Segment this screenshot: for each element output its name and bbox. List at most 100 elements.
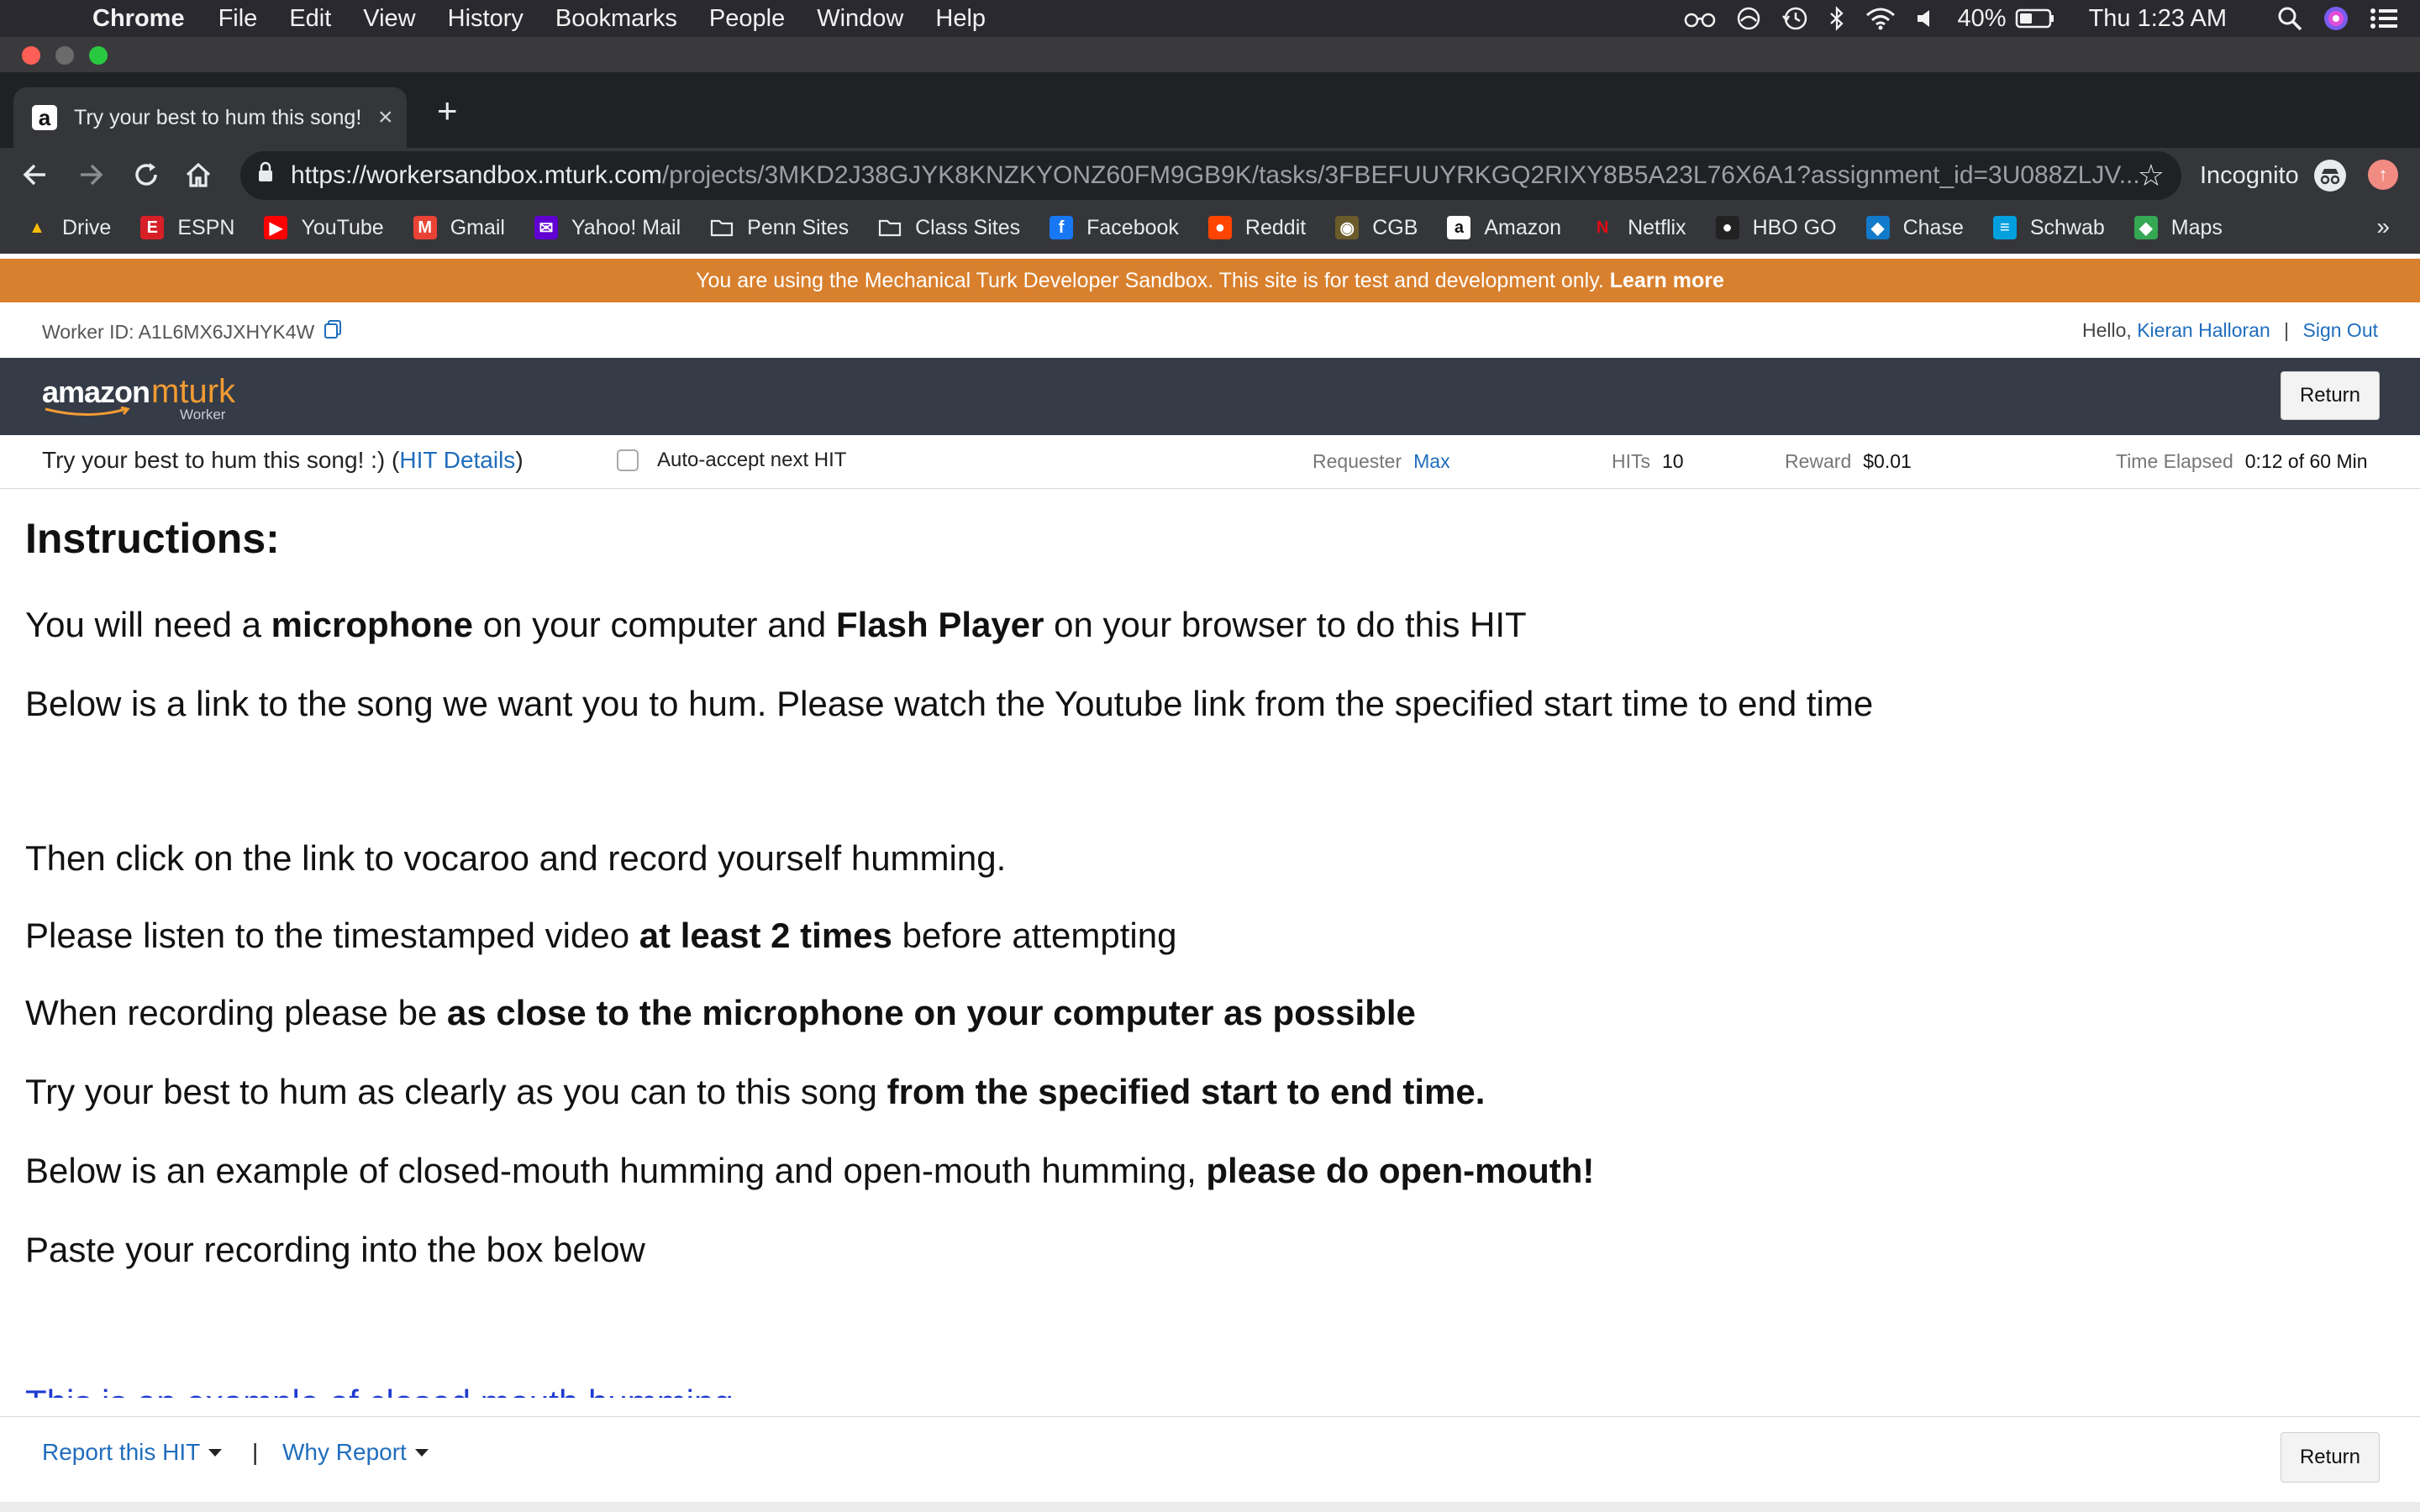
auto-accept-checkbox[interactable] xyxy=(617,449,639,471)
why-report-dropdown[interactable]: Why Report xyxy=(282,1439,429,1466)
report-hit-dropdown[interactable]: Report this HIT xyxy=(42,1439,223,1466)
menu-people[interactable]: People xyxy=(709,5,785,33)
incognito-indicator[interactable]: Incognito xyxy=(2200,160,2346,192)
chevron-down-icon xyxy=(208,1448,223,1457)
menu-bookmarks[interactable]: Bookmarks xyxy=(555,5,677,33)
bookmark-netflix[interactable]: N Netflix xyxy=(1591,216,1686,240)
gmail-icon: M xyxy=(413,216,437,239)
menu-edit[interactable]: Edit xyxy=(289,5,331,33)
glasses-icon[interactable] xyxy=(1684,8,1716,29)
line4-part-b: at least 2 times xyxy=(639,916,892,955)
hit-details-link[interactable]: HIT Details xyxy=(399,447,515,473)
bookmark-star-icon[interactable]: ☆ xyxy=(2138,158,2165,193)
bookmark-cgb[interactable]: ◉ CGB xyxy=(1335,216,1418,240)
closed-mouth-example-link[interactable]: This is an example of closed mouth hummi… xyxy=(25,1383,734,1398)
back-arrow-icon[interactable] xyxy=(20,160,50,195)
bookmark-schwab[interactable]: ≡ Schwab xyxy=(1992,215,2105,240)
instruction-microphone-flash: You will need a microphone on your compu… xyxy=(25,605,1527,645)
espn-icon: E xyxy=(140,216,165,239)
time-machine-icon[interactable] xyxy=(1781,6,1808,31)
bookmark-espn[interactable]: E ESPN xyxy=(140,216,234,240)
spotlight-search-icon[interactable] xyxy=(2277,6,2302,31)
bookmark-penn-sites[interactable]: Penn Sites xyxy=(710,216,849,240)
line5-part-a: When recording please be xyxy=(25,993,447,1032)
bookmark-label: Schwab xyxy=(2029,215,2105,239)
menu-history[interactable]: History xyxy=(448,5,523,33)
bookmark-gmail[interactable]: M Gmail xyxy=(413,216,505,240)
user-name-link[interactable]: Kieran Halloran xyxy=(2137,319,2270,341)
address-bar[interactable]: https://workersandbox.mturk.com /project… xyxy=(240,151,2181,200)
hit-task-content: Instructions: You will need a microphone… xyxy=(25,504,2395,1398)
menu-help[interactable]: Help xyxy=(935,5,986,33)
line4-part-c: before attempting xyxy=(892,916,1177,955)
bookmarks-bar: ▲ Drive E ESPN ▶ YouTube M Gmail ✉ Yahoo! Mail Pen… xyxy=(0,202,2420,254)
update-profile-icon[interactable]: ↑ xyxy=(2368,160,2398,190)
amazon-mturk-logo[interactable]: amazonmturk Worker xyxy=(42,373,235,423)
bookmark-label: Penn Sites xyxy=(747,215,850,239)
bookmark-youtube[interactable]: ▶ YouTube xyxy=(264,215,384,240)
bookmark-label: Netflix xyxy=(1628,215,1686,239)
sign-out-link[interactable]: Sign Out xyxy=(2303,319,2379,341)
hit-info-bar: Try your best to hum this song! :) (HIT … xyxy=(0,435,2420,489)
menu-window[interactable]: Window xyxy=(817,5,903,33)
bookmark-drive[interactable]: ▲ Drive xyxy=(25,216,111,240)
bookmark-label: Chase xyxy=(1902,215,1964,239)
zoom-window-button[interactable] xyxy=(89,46,108,65)
volume-icon[interactable] xyxy=(1916,8,1933,29)
bookmark-maps[interactable]: ◆ Maps xyxy=(2133,216,2223,240)
time-elapsed-value: 0:12 of 60 Min xyxy=(2244,450,2368,472)
instruction-hum-clearly: Try your best to hum as clearly as you c… xyxy=(25,1072,1485,1112)
line7-part-a: Below is an example of closed-mouth humm… xyxy=(25,1151,1207,1190)
copy-icon[interactable] xyxy=(323,319,343,344)
reload-icon[interactable] xyxy=(131,160,161,195)
return-button-top[interactable]: Return xyxy=(2281,371,2380,420)
bookmark-amazon[interactable]: a Amazon xyxy=(1447,216,1561,240)
drive-icon: ▲ xyxy=(29,218,45,237)
close-window-button[interactable] xyxy=(22,46,40,65)
requester-link[interactable]: Max xyxy=(1413,450,1449,472)
folder-icon xyxy=(710,216,734,239)
new-tab-plus-icon[interactable]: + xyxy=(437,93,458,129)
reward-value: $0.01 xyxy=(1863,450,1912,472)
mturk-nav-bar xyxy=(0,358,2420,435)
bookmark-label: YouTube xyxy=(301,215,384,239)
url-host: https://workersandbox.mturk.com xyxy=(291,161,662,189)
menu-file[interactable]: File xyxy=(218,5,258,33)
window-title-bar xyxy=(0,37,2420,72)
battery-icon[interactable] xyxy=(2015,8,2055,29)
wifi-icon[interactable] xyxy=(1865,7,1896,30)
youtube-icon: ▶ xyxy=(264,216,288,239)
siri-icon[interactable] xyxy=(2323,5,2349,32)
bookmark-hbo-go[interactable]: ● HBO GO xyxy=(1715,216,1837,240)
bookmark-chase[interactable]: ◆ Chase xyxy=(1865,215,1964,240)
tab-close-icon[interactable]: × xyxy=(378,103,393,132)
learn-more-link[interactable]: Learn more xyxy=(1610,269,1724,292)
hits-label: HITs xyxy=(1612,450,1650,472)
instruction-paste-recording: Paste your recording into the box below xyxy=(25,1230,645,1269)
menu-app-name[interactable]: Chrome xyxy=(92,5,185,33)
minimize-window-button[interactable] xyxy=(55,46,74,65)
hits-meta: HITs 10 xyxy=(1612,450,1684,473)
notification-center-icon[interactable] xyxy=(2370,7,2398,30)
lock-icon[interactable] xyxy=(257,161,274,190)
menu-view[interactable]: View xyxy=(363,5,415,33)
bluetooth-icon[interactable] xyxy=(1828,6,1845,31)
url-path: /projects/3MKD2J38GJYK8KNZKYONZ60FM9GB9K… xyxy=(661,161,2140,189)
browser-tab-active[interactable]: a Try your best to hum this song! :) × xyxy=(13,87,407,148)
clock[interactable]: Thu 1:23 AM xyxy=(2089,5,2227,33)
forward-arrow-icon[interactable] xyxy=(76,160,106,195)
bookmark-label: Amazon xyxy=(1484,215,1562,239)
worker-id-text: Worker ID: A1L6MX6JXHYK4W xyxy=(42,320,315,343)
return-button-bottom[interactable]: Return xyxy=(2281,1432,2380,1483)
bookmark-class-sites[interactable]: Class Sites xyxy=(878,216,1020,240)
instruction-listen-twice: Please listen to the timestamped video a… xyxy=(25,916,1176,956)
do-not-disturb-icon[interactable] xyxy=(1736,6,1761,31)
bookmark-yahoo-mail[interactable]: ✉ Yahoo! Mail xyxy=(534,216,681,240)
home-icon[interactable] xyxy=(183,160,213,195)
bookmark-reddit[interactable]: ● Reddit xyxy=(1207,216,1306,240)
bookmarks-overflow-chevron[interactable]: » xyxy=(2376,213,2390,240)
auto-accept-toggle[interactable]: Auto-accept next HIT xyxy=(617,449,846,472)
hit-title-text: Try your best to hum this song! :) xyxy=(42,447,386,473)
bookmark-facebook[interactable]: f Facebook xyxy=(1050,216,1179,240)
instruction-close-to-mic: When recording please be as close to the… xyxy=(25,993,1416,1033)
